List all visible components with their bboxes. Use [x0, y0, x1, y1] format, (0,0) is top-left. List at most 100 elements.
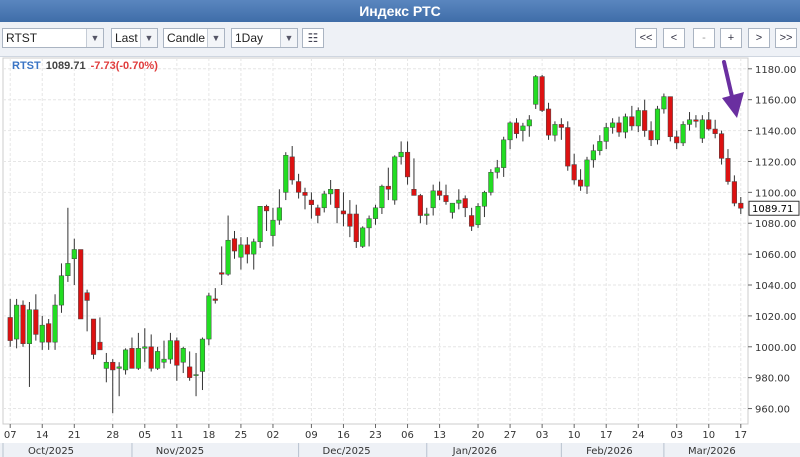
x-tick-label: 03	[536, 430, 549, 441]
candle-body	[46, 323, 52, 343]
candle-body	[385, 185, 391, 190]
month-band	[0, 443, 800, 457]
candle-body	[174, 340, 180, 366]
chevron-down-icon: ▼	[207, 29, 224, 47]
candle-body	[449, 202, 455, 213]
candle-body	[507, 122, 513, 141]
y-tick-label: 1080.00	[755, 219, 796, 230]
x-tick-label: 17	[734, 430, 747, 441]
x-tick-label: 17	[600, 430, 613, 441]
toolbar: RTST ▼ Last ▼ Candle ▼ 1Day ▼ ☷ << < - +…	[0, 22, 800, 57]
scroll-first-button[interactable]: <<	[635, 28, 657, 48]
candle-body	[148, 346, 154, 369]
candle-body	[308, 199, 314, 205]
readout-change: -7.73(-0.70%)	[90, 60, 158, 72]
month-label: Oct/2025	[28, 446, 74, 457]
last-price-label: 1089.71	[752, 204, 793, 215]
candle-body	[14, 304, 20, 340]
candle-body	[488, 172, 494, 193]
y-tick-label: 1140.00	[755, 127, 796, 138]
candle-body	[212, 298, 218, 301]
candle-body	[545, 108, 552, 136]
candle-body	[155, 351, 161, 369]
x-tick-label: 07	[4, 430, 17, 441]
candle-body	[296, 181, 302, 193]
candle-body	[443, 195, 449, 202]
candlestick-chart[interactable]: 1180.00 1160.00 1140.00 1120.00 1100.00 1080.…	[0, 56, 800, 457]
x-tick-label: 03	[670, 430, 683, 441]
candle-body	[257, 206, 263, 243]
candle-body	[686, 119, 693, 125]
y-tick-label: 1060.00	[755, 250, 796, 261]
candle-body	[26, 309, 32, 344]
zoom-out-button[interactable]: -	[693, 28, 715, 48]
candle-body	[622, 116, 628, 133]
candle-body	[424, 213, 430, 216]
y-tick-label: 1160.00	[755, 96, 796, 107]
zoom-in-button[interactable]: +	[720, 28, 742, 48]
x-axis: 07 14 21 28 05 11 18 25 02 09 16 23 06 13 20 27 03 10 17 24…	[0, 424, 800, 457]
candle-body	[199, 338, 206, 372]
candle-body	[52, 304, 58, 343]
candle-body	[680, 124, 686, 144]
month-label: Dec/2025	[323, 446, 371, 457]
price-field-select[interactable]: Last ▼	[111, 28, 158, 48]
candle-body	[398, 151, 404, 158]
candle-body	[302, 192, 308, 196]
table-config-button[interactable]: ☷	[302, 28, 324, 48]
chart-style-select-value: Candle	[167, 31, 206, 45]
candle-body	[84, 292, 90, 301]
candle-body	[263, 206, 270, 212]
candle-body	[135, 348, 141, 369]
candle-body	[110, 361, 116, 371]
x-tick-label: 06	[401, 430, 414, 441]
candle-body	[321, 193, 327, 209]
candle-body	[71, 249, 77, 260]
candle-body	[648, 130, 654, 141]
candle-body	[231, 238, 238, 252]
x-tick-label: 02	[267, 430, 280, 441]
candle-body	[123, 349, 129, 371]
x-tick-label: 11	[170, 430, 183, 441]
candle-body	[334, 189, 340, 209]
interval-select[interactable]: 1Day ▼	[231, 28, 298, 48]
candle-body	[629, 116, 635, 127]
symbol-select-value: RTST	[6, 31, 38, 45]
candle-body	[65, 263, 71, 276]
x-tick-label: 20	[472, 430, 485, 441]
scroll-last-button[interactable]: >>	[775, 28, 797, 48]
candle-body	[97, 341, 103, 351]
candle-body	[712, 128, 718, 134]
chevron-down-icon: ▼	[140, 29, 157, 47]
chart-style-select[interactable]: Candle ▼	[163, 28, 225, 48]
candle-body	[270, 219, 276, 236]
candle-body	[558, 124, 564, 128]
chevron-down-icon: ▼	[86, 29, 103, 47]
candle-body	[513, 122, 520, 134]
y-tick-label: 1120.00	[755, 157, 796, 168]
candle-body	[699, 119, 705, 139]
scroll-back-button[interactable]: <	[663, 28, 685, 48]
candle-body	[347, 213, 353, 227]
candle-body	[526, 119, 532, 127]
candle-body	[590, 150, 596, 161]
candle-body	[392, 156, 398, 201]
y-tick-label: 1180.00	[755, 65, 796, 76]
candle-body	[616, 122, 622, 133]
candle-body	[33, 309, 39, 335]
scroll-forward-button[interactable]: >	[748, 28, 770, 48]
symbol-select[interactable]: RTST ▼	[2, 28, 104, 48]
candle-body	[379, 185, 385, 209]
candle-body	[475, 206, 481, 226]
candle-body	[90, 318, 97, 355]
y-tick-label: 1100.00	[755, 188, 796, 199]
candle-body	[206, 295, 212, 340]
candle-body	[225, 239, 231, 275]
candle-body	[142, 346, 148, 349]
candle-body	[731, 181, 737, 204]
chevron-down-icon: ▼	[280, 29, 297, 47]
month-label: Jan/2026	[452, 446, 497, 457]
candle-body	[693, 119, 699, 122]
candle-body	[539, 76, 545, 111]
month-label: Mar/2026	[688, 446, 736, 457]
